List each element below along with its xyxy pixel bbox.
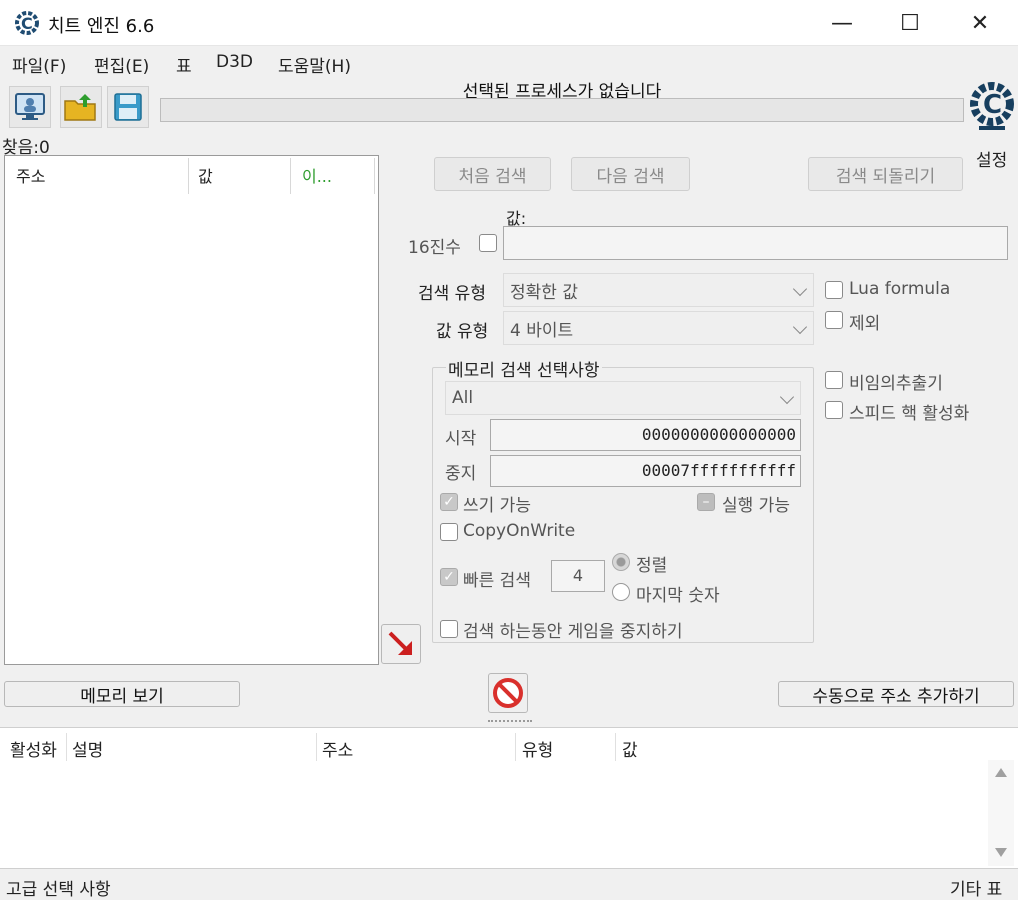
next-scan-button[interactable]: 다음 검색	[571, 157, 690, 191]
lua-formula-checkbox[interactable]	[825, 281, 843, 299]
value-type-select[interactable]: 4 바이트	[503, 311, 814, 345]
open-process-button[interactable]	[9, 86, 51, 128]
executable-checkbox[interactable]: –	[697, 493, 715, 511]
start-label: 시작	[445, 429, 477, 449]
svg-text:C: C	[983, 90, 1002, 120]
clear-list-button[interactable]	[488, 673, 528, 713]
stop-label: 중지	[445, 464, 477, 484]
add-address-manually-button[interactable]: 수동으로 주소 추가하기	[778, 681, 1014, 707]
folder-open-icon	[64, 94, 96, 121]
status-bar	[0, 870, 1018, 900]
alignment-label: 정렬	[636, 556, 668, 576]
scan-type-label: 검색 유형	[418, 284, 486, 304]
no-entry-icon	[493, 678, 523, 708]
pause-game-checkbox[interactable]	[440, 620, 458, 638]
copy-on-write-checkbox[interactable]	[440, 523, 458, 541]
scroll-up-icon[interactable]	[995, 768, 1007, 777]
scan-progress-bar	[160, 98, 964, 122]
floppy-disk-icon	[114, 93, 142, 121]
column-header-previous[interactable]: 이...	[302, 163, 332, 187]
chevron-down-icon	[792, 319, 808, 335]
not-checkbox[interactable]	[825, 311, 843, 329]
lua-formula-label: Lua formula	[849, 279, 951, 299]
unrandomizer-checkbox[interactable]	[825, 371, 843, 389]
table-scrollbar[interactable]	[988, 760, 1014, 866]
monitor-icon	[15, 93, 45, 120]
column-divider	[290, 158, 291, 194]
menu-edit[interactable]: 편집(E)	[94, 52, 149, 77]
menu-bar	[0, 46, 1018, 78]
panel-splitter[interactable]	[0, 716, 1018, 726]
first-scan-button[interactable]: 처음 검색	[434, 157, 551, 191]
add-selected-to-list-button[interactable]	[381, 624, 421, 664]
value-input[interactable]	[503, 226, 1008, 260]
chevron-down-icon	[792, 281, 808, 297]
stop-address-input[interactable]: 00007fffffffffff	[490, 455, 801, 487]
cheat-table[interactable]	[0, 727, 1018, 869]
column-header-address[interactable]: 주소	[322, 736, 353, 761]
start-address-input[interactable]: 0000000000000000	[490, 419, 801, 451]
last-digits-label: 마지막 숫자	[636, 586, 720, 606]
column-divider	[374, 158, 375, 194]
column-header-type[interactable]: 유형	[522, 736, 553, 761]
not-label: 제외	[849, 314, 881, 334]
writable-label: 쓰기 가능	[463, 496, 531, 516]
window-title: 치트 엔진 6.6	[48, 16, 155, 37]
executable-label: 실행 가능	[722, 496, 790, 516]
pause-game-label: 검색 하는동안 게임을 중지하기	[463, 622, 683, 642]
open-file-button[interactable]	[60, 86, 102, 128]
menu-file[interactable]: 파일(F)	[12, 52, 66, 77]
found-list[interactable]	[4, 155, 379, 665]
menu-table[interactable]: 표	[176, 52, 192, 77]
svg-text:C: C	[21, 14, 33, 33]
memory-region-select[interactable]: All	[445, 381, 801, 415]
column-divider	[316, 733, 317, 761]
column-header-address[interactable]: 주소	[16, 163, 45, 187]
column-header-active[interactable]: 활성화	[10, 736, 57, 761]
menu-help[interactable]: 도움말(H)	[278, 52, 351, 77]
save-file-button[interactable]	[107, 86, 149, 128]
alignment-radio[interactable]	[612, 553, 630, 571]
column-divider	[615, 733, 616, 761]
writable-checkbox[interactable]: ✓	[440, 493, 458, 511]
value-type-label: 값 유형	[436, 322, 489, 342]
speedhack-checkbox[interactable]	[825, 401, 843, 419]
speedhack-label: 스피드 핵 활성화	[849, 404, 970, 424]
arrow-down-right-icon	[388, 631, 412, 655]
minimize-button[interactable]: —	[808, 0, 876, 46]
settings-label[interactable]: 설정	[976, 146, 1007, 171]
menu-d3d[interactable]: D3D	[216, 52, 253, 72]
close-button[interactable]: ✕	[946, 0, 1014, 46]
memory-scan-options-title: 메모리 검색 선택사항	[446, 356, 602, 381]
cheat-engine-icon: C	[15, 11, 39, 35]
value-type-value: 4 바이트	[510, 320, 574, 341]
fast-scan-label: 빠른 검색	[463, 571, 531, 591]
scan-type-select[interactable]: 정확한 값	[503, 273, 814, 307]
hex-checkbox[interactable]	[479, 234, 497, 252]
scroll-down-icon[interactable]	[995, 848, 1007, 857]
table-extras-label[interactable]: 기타 표	[950, 875, 1002, 900]
memory-view-button[interactable]: 메모리 보기	[4, 681, 240, 707]
copy-on-write-label: CopyOnWrite	[463, 521, 576, 541]
column-divider	[515, 733, 516, 761]
column-header-value[interactable]: 값	[622, 736, 638, 761]
settings-logo-icon[interactable]: C	[970, 80, 1014, 140]
maximize-button[interactable]: ☐	[876, 0, 944, 46]
unrandomizer-label: 비임의추출기	[849, 374, 943, 394]
column-divider	[188, 158, 189, 194]
column-header-description[interactable]: 설명	[72, 736, 103, 761]
column-divider	[66, 733, 67, 761]
hex-label: 16진수	[408, 238, 461, 258]
scan-type-value: 정확한 값	[510, 282, 578, 303]
advanced-options-label[interactable]: 고급 선택 사항	[6, 875, 111, 900]
fast-scan-checkbox[interactable]: ✓	[440, 568, 458, 586]
fast-scan-alignment-input[interactable]: 4	[551, 560, 605, 592]
memory-region-value: All	[452, 388, 474, 408]
chevron-down-icon	[779, 389, 795, 405]
undo-scan-button[interactable]: 검색 되돌리기	[808, 157, 963, 191]
last-digits-radio[interactable]	[612, 583, 630, 601]
column-header-value[interactable]: 값	[198, 163, 213, 187]
